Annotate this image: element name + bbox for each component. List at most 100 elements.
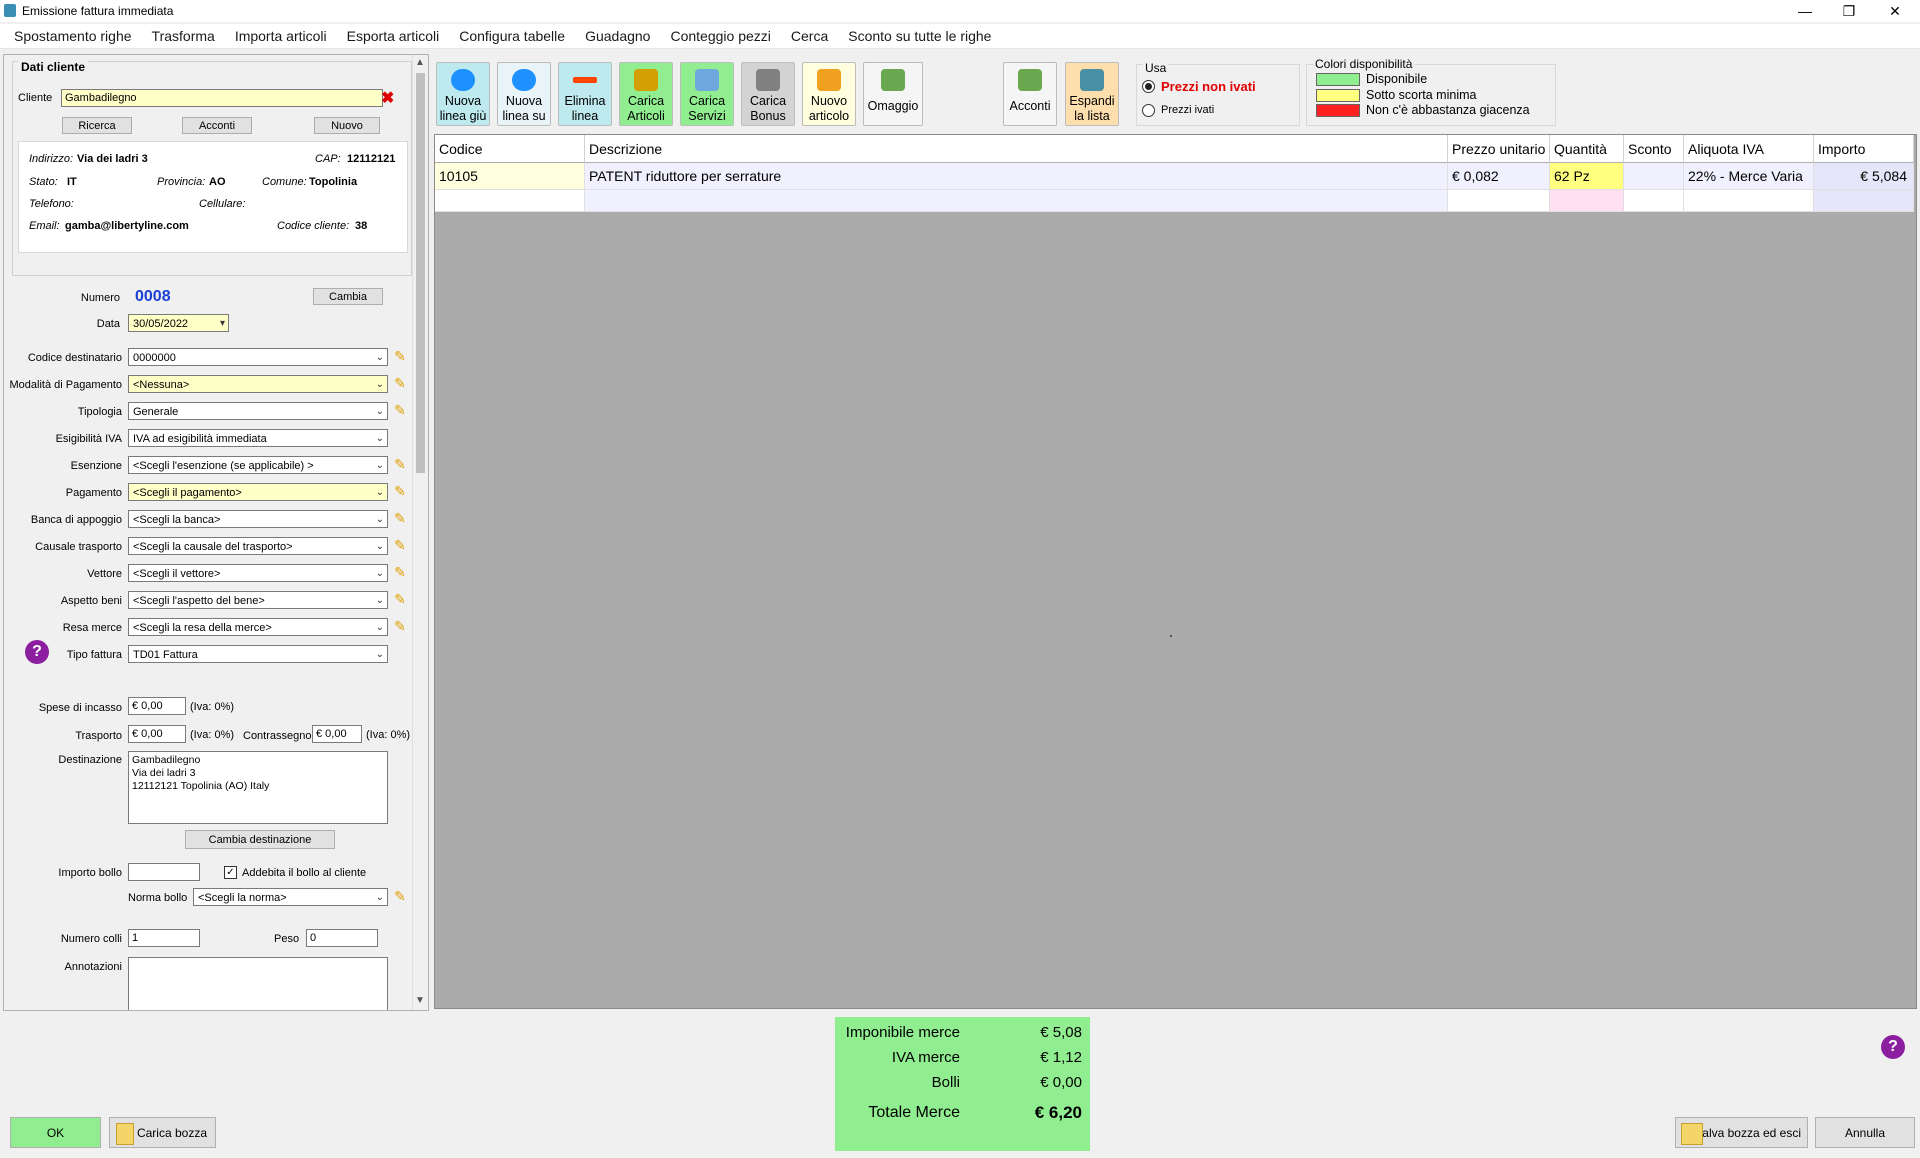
edit-pencil-icon[interactable]: ✎ <box>392 564 408 580</box>
addebita-bollo-checkbox[interactable]: ✓ <box>224 866 237 879</box>
menu-esporta-articoli[interactable]: Esporta articoli <box>337 24 450 48</box>
menu-sconto-tutte-righe[interactable]: Sconto su tutte le righe <box>838 24 1001 48</box>
field-select[interactable]: 0000000 ⌄ <box>128 348 388 366</box>
toolbar-button[interactable]: Nuova linea giù <box>436 62 490 126</box>
table-cell[interactable]: PATENT riduttore per serrature <box>585 163 1448 190</box>
minimize-button[interactable]: — <box>1782 0 1828 22</box>
acconti-cliente-button[interactable]: Acconti <box>182 117 252 134</box>
help-icon[interactable]: ? <box>25 640 49 664</box>
table-cell[interactable]: € 5,084 <box>1814 163 1914 190</box>
column-header[interactable]: Quantità <box>1550 135 1624 163</box>
trasporto-input[interactable]: € 0,00 <box>128 725 186 743</box>
column-header[interactable]: Aliquota IVA <box>1684 135 1814 163</box>
cambia-destinazione-button[interactable]: Cambia destinazione <box>185 830 335 849</box>
scroll-thumb[interactable] <box>416 73 425 473</box>
empty-cell[interactable] <box>1624 190 1684 212</box>
field-select[interactable]: <Scegli il pagamento> ⌄ <box>128 483 388 501</box>
edit-pencil-icon[interactable]: ✎ <box>392 537 408 553</box>
edit-pencil-icon[interactable]: ✎ <box>392 375 408 391</box>
table-cell[interactable]: 10105 <box>435 163 585 190</box>
table-cell[interactable]: 62 Pz <box>1550 163 1624 190</box>
edit-pencil-icon[interactable]: ✎ <box>392 456 408 472</box>
toolbar-button[interactable]: Nuovo articolo <box>802 62 856 126</box>
column-header[interactable]: Importo <box>1814 135 1914 163</box>
prezzi-non-ivati-label[interactable]: Prezzi non ivati <box>1161 79 1256 94</box>
field-select[interactable]: <Scegli la banca> ⌄ <box>128 510 388 528</box>
table-cell[interactable]: 22% - Merce Varia <box>1684 163 1814 190</box>
edit-pencil-icon[interactable]: ✎ <box>392 402 408 418</box>
column-header[interactable]: Prezzo unitario <box>1448 135 1550 163</box>
empty-cell[interactable] <box>435 190 585 212</box>
help-icon[interactable]: ? <box>1881 1035 1905 1059</box>
toolbar-button[interactable]: Nuova linea su <box>497 62 551 126</box>
numero-colli-input[interactable]: 1 <box>128 929 200 947</box>
column-header[interactable]: Descrizione <box>585 135 1448 163</box>
restore-button[interactable]: ❐ <box>1826 0 1872 22</box>
calendar-dropdown-icon[interactable]: ▾ <box>220 315 225 331</box>
contrassegno-input[interactable]: € 0,00 <box>312 725 362 743</box>
empty-cell[interactable] <box>585 190 1448 212</box>
edit-pencil-icon[interactable]: ✎ <box>392 618 408 634</box>
ricerca-button[interactable]: Ricerca <box>62 117 132 134</box>
edit-norma-bollo-icon[interactable]: ✎ <box>392 888 408 904</box>
annulla-button[interactable]: Annulla <box>1815 1117 1915 1148</box>
nuovo-cliente-button[interactable]: Nuovo <box>314 117 380 134</box>
menu-conteggio-pezzi[interactable]: Conteggio pezzi <box>660 24 780 48</box>
toolbar-button[interactable]: Acconti <box>1003 62 1057 126</box>
column-header[interactable]: Sconto <box>1624 135 1684 163</box>
toolbar-button[interactable]: Carica Servizi <box>680 62 734 126</box>
empty-cell[interactable] <box>1814 190 1914 212</box>
scroll-down-icon[interactable]: ▼ <box>415 995 425 1006</box>
field-select[interactable]: <Scegli la causale del trasporto> ⌄ <box>128 537 388 555</box>
field-select[interactable]: IVA ad esigibilità immediata ⌄ <box>128 429 388 447</box>
radio-prezzi-ivati[interactable] <box>1142 104 1155 117</box>
salva-bozza-button[interactable]: Salva bozza ed esci <box>1675 1117 1808 1148</box>
table-cell[interactable]: € 0,082 <box>1448 163 1550 190</box>
carica-bozza-button[interactable]: Carica bozza <box>109 1117 216 1148</box>
cliente-input[interactable]: Gambadilegno <box>61 89 383 107</box>
toolbar-button[interactable]: Elimina linea <box>558 62 612 126</box>
spese-incasso-input[interactable]: € 0,00 <box>128 697 186 715</box>
clear-cliente-icon[interactable]: ✖ <box>381 88 394 108</box>
menu-spostamento-righe[interactable]: Spostamento righe <box>0 24 142 48</box>
edit-pencil-icon[interactable]: ✎ <box>392 348 408 364</box>
close-window-button[interactable]: ✕ <box>1872 0 1918 22</box>
column-header[interactable]: Codice <box>435 135 585 163</box>
menu-cerca[interactable]: Cerca <box>781 24 838 48</box>
toolbar-button[interactable]: Carica Bonus <box>741 62 795 126</box>
toolbar-button[interactable]: Omaggio <box>863 62 923 126</box>
field-select[interactable]: <Nessuna> ⌄ <box>128 375 388 393</box>
menu-importa-articoli[interactable]: Importa articoli <box>225 24 337 48</box>
empty-cell[interactable] <box>1550 190 1624 212</box>
menu-trasforma[interactable]: Trasforma <box>142 24 225 48</box>
menu-configura-tabelle[interactable]: Configura tabelle <box>449 24 575 48</box>
field-select[interactable]: <Scegli l'aspetto del bene> ⌄ <box>128 591 388 609</box>
toolbar-button[interactable]: Carica Articoli <box>619 62 673 126</box>
peso-input[interactable]: 0 <box>306 929 378 947</box>
ok-button[interactable]: OK <box>10 1117 101 1148</box>
norma-bollo-select[interactable]: <Scegli la norma> ⌄ <box>193 888 388 906</box>
empty-cell[interactable] <box>1684 190 1814 212</box>
righe-grid[interactable]: Codice Descrizione Prezzo unitario Quantità… <box>434 134 1917 1009</box>
field-select[interactable]: TD01 Fattura ⌄ <box>128 645 388 663</box>
field-select[interactable]: Generale ⌄ <box>128 402 388 420</box>
data-picker[interactable]: 30/05/2022 ▾ <box>128 314 229 332</box>
cambia-numero-button[interactable]: Cambia <box>313 288 383 305</box>
edit-pencil-icon[interactable]: ✎ <box>392 591 408 607</box>
menu-guadagno[interactable]: Guadagno <box>575 24 660 48</box>
destinazione-textarea[interactable]: Gambadilegno Via dei ladri 3 12112121 To… <box>128 751 388 824</box>
edit-pencil-icon[interactable]: ✎ <box>392 510 408 526</box>
prezzi-ivati-label[interactable]: Prezzi ivati <box>1161 104 1214 116</box>
table-cell[interactable] <box>1624 163 1684 190</box>
importo-bollo-input[interactable] <box>128 863 200 881</box>
edit-pencil-icon[interactable]: ✎ <box>392 483 408 499</box>
field-select[interactable]: <Scegli l'esenzione (se applicabile) > ⌄ <box>128 456 388 474</box>
empty-cell[interactable] <box>1448 190 1550 212</box>
toolbar-button[interactable]: Espandi la lista <box>1065 62 1119 126</box>
field-select[interactable]: <Scegli la resa della merce> ⌄ <box>128 618 388 636</box>
field-select[interactable]: <Scegli il vettore> ⌄ <box>128 564 388 582</box>
radio-prezzi-non-ivati[interactable] <box>1142 80 1155 93</box>
annotazioni-textarea[interactable] <box>128 957 388 1010</box>
left-panel-scrollbar[interactable]: ▲ ▼ <box>412 55 428 1010</box>
scroll-up-icon[interactable]: ▲ <box>415 57 425 68</box>
